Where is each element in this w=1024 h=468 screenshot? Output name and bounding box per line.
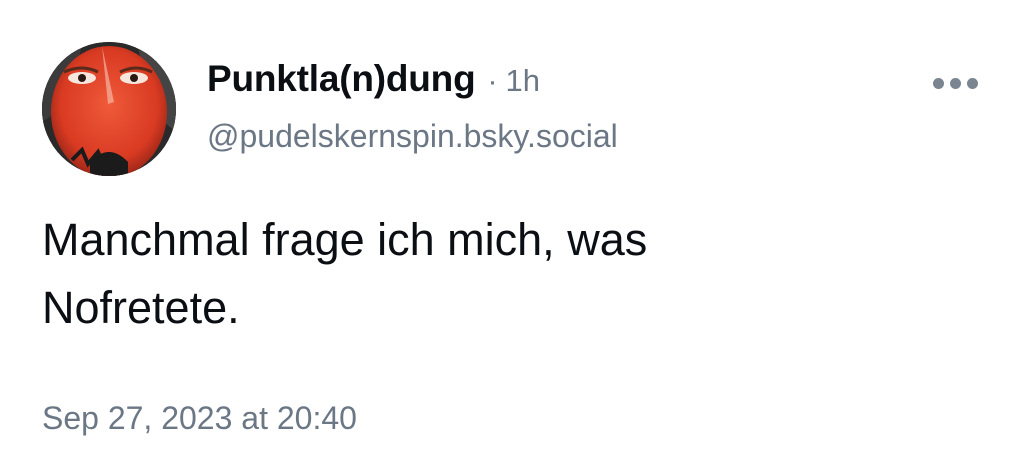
author-name-line: Punktla(n)dung · 1h [207,58,904,108]
separator-dot: · [487,65,498,98]
post-timestamp: Sep 27, 2023 at 20:40 [42,400,357,436]
more-horizontal-icon [949,77,961,89]
avatar-stop-war-image [42,42,176,176]
more-horizontal-icon [966,77,978,89]
post-text: Manchmal frage ich mich, was Nofretete. [42,206,942,342]
author-avatar[interactable] [42,42,176,176]
author-handle[interactable]: @pudelskernspin.bsky.social [207,118,904,155]
more-options-button[interactable] [926,66,984,100]
post-text-line: Manchmal frage ich mich, was [42,214,648,265]
post-header: Punktla(n)dung · 1h @pudelskernspin.bsky… [207,58,904,155]
post-card: Punktla(n)dung · 1h @pudelskernspin.bsky… [0,0,1024,468]
more-horizontal-icon [932,77,944,89]
author-display-name[interactable]: Punktla(n)dung [207,58,476,100]
post-text-line: Nofretete. [42,282,240,333]
post-relative-time[interactable]: 1h [506,63,540,99]
